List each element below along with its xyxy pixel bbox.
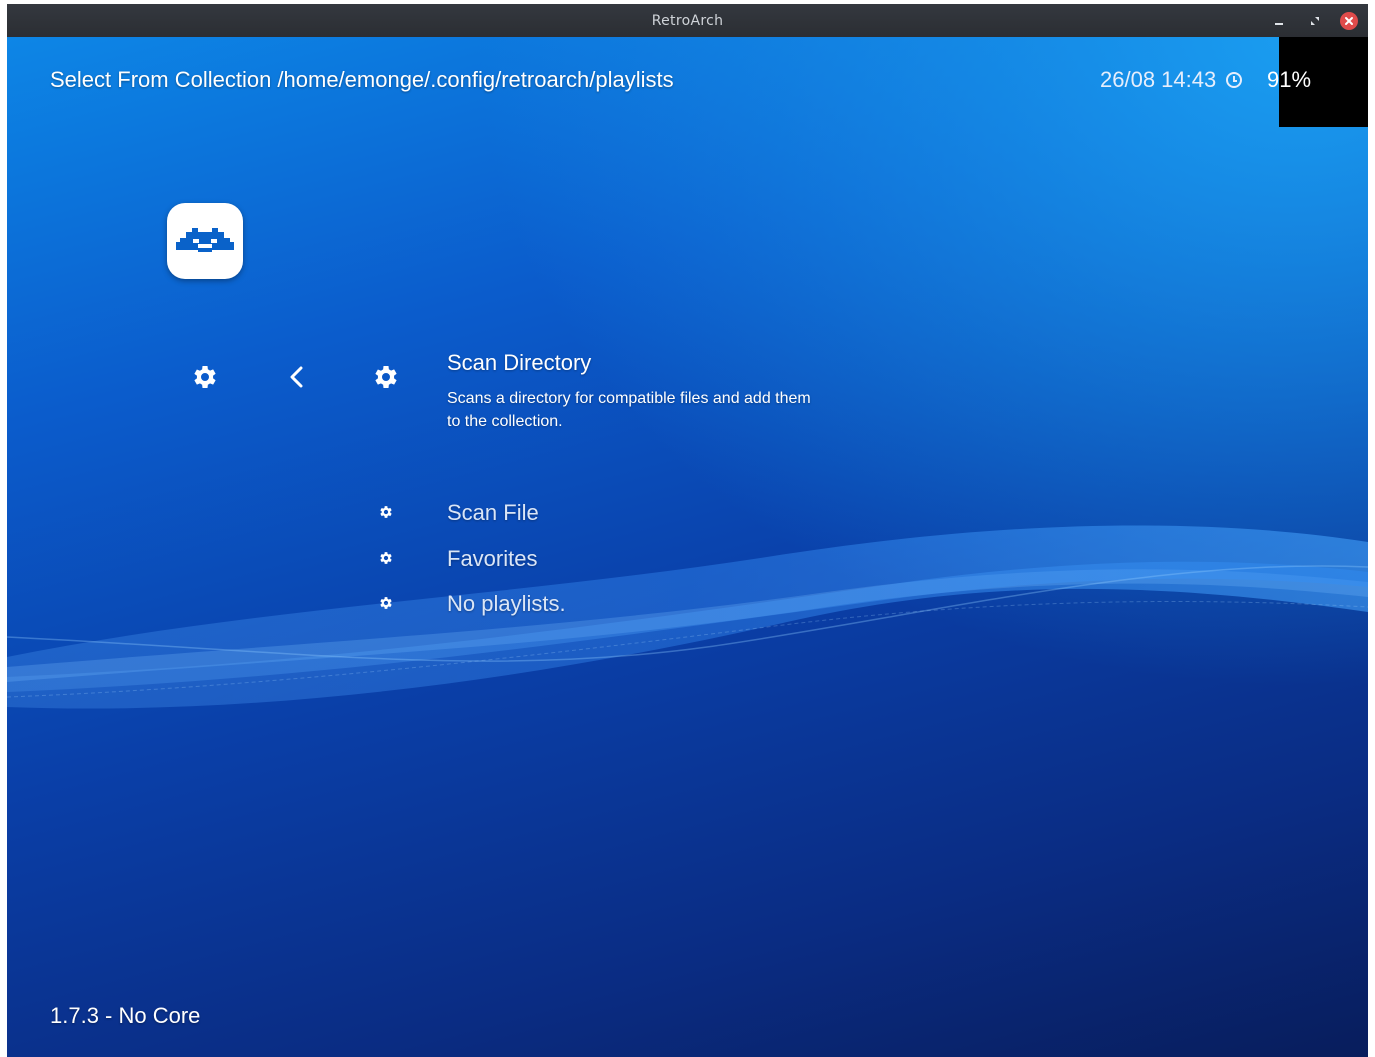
- retroarch-invader-icon: [176, 228, 234, 252]
- chevron-left-icon[interactable]: [287, 362, 307, 392]
- gear-icon[interactable]: [371, 362, 401, 392]
- retroarch-logo[interactable]: [167, 203, 243, 279]
- restore-icon[interactable]: [1304, 10, 1326, 32]
- xmb-menu-area: Select From Collection /home/emonge/.con…: [7, 37, 1368, 1057]
- menu-item-scan-directory[interactable]: Scan Directory: [447, 350, 591, 376]
- close-icon[interactable]: [1340, 12, 1358, 30]
- window-title: RetroArch: [651, 12, 724, 29]
- datetime-label: 26/08 14:43: [1100, 67, 1217, 92]
- window-titlebar[interactable]: RetroArch: [7, 4, 1368, 37]
- gear-icon[interactable]: [190, 362, 220, 392]
- menu-item-favorites[interactable]: Favorites: [447, 546, 537, 572]
- retroarch-window: RetroArch Select From Collection /home/e…: [7, 4, 1368, 1057]
- version-core-label: 1.7.3 - No Core: [50, 1003, 201, 1028]
- battery-level: 91%: [1267, 67, 1312, 92]
- gear-icon: [378, 595, 394, 611]
- menu-item-no-playlists[interactable]: No playlists.: [447, 591, 566, 617]
- menu-item-scan-file[interactable]: Scan File: [447, 500, 539, 526]
- page-title: Select From Collection /home/emonge/.con…: [50, 67, 674, 92]
- gear-icon: [378, 504, 394, 520]
- window-controls: [1268, 10, 1358, 32]
- clock: 26/08 14:43: [1100, 67, 1243, 93]
- ribbon-background: [7, 525, 1368, 709]
- minimize-icon[interactable]: [1268, 10, 1290, 32]
- menu-item-description: Scans a directory for compatible files a…: [447, 390, 811, 430]
- clock-icon: [1226, 72, 1243, 88]
- gear-icon: [378, 550, 394, 566]
